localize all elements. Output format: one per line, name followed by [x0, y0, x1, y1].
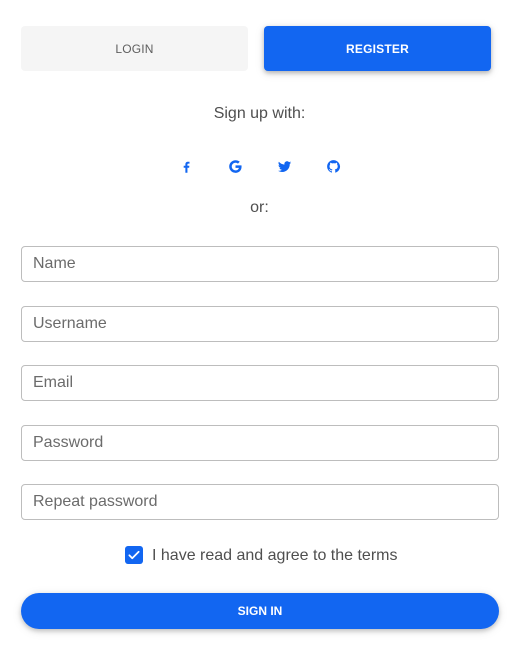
- social-signup-buttons: [0, 156, 519, 176]
- twitter-button[interactable]: [272, 156, 296, 176]
- tab-register[interactable]: REGISTER: [264, 26, 491, 71]
- tab-login[interactable]: LOGIN: [21, 26, 248, 71]
- username-field[interactable]: [21, 306, 499, 342]
- sign-in-button[interactable]: SIGN IN: [21, 593, 499, 629]
- repeat-password-field[interactable]: [21, 484, 499, 520]
- google-button[interactable]: [223, 156, 247, 176]
- terms-label[interactable]: I have read and agree to the terms: [152, 547, 397, 565]
- or-divider: or:: [250, 199, 269, 216]
- checkmark-icon: [128, 550, 140, 560]
- password-field[interactable]: [21, 425, 499, 461]
- facebook-icon: [183, 161, 189, 173]
- github-icon: [326, 159, 340, 173]
- terms-checkbox[interactable]: [125, 546, 143, 564]
- signup-with-text: Sign up with:: [213, 105, 306, 122]
- facebook-button[interactable]: [174, 156, 198, 176]
- twitter-icon: [277, 160, 291, 172]
- email-field[interactable]: [21, 365, 499, 401]
- auth-tabs: LOGIN REGISTER: [21, 26, 491, 71]
- register-form-page: LOGIN REGISTER Sign up with: or: Name Us…: [0, 0, 519, 655]
- google-icon: [228, 159, 242, 173]
- github-button[interactable]: [321, 156, 345, 176]
- terms-row: I have read and agree to the terms: [0, 546, 519, 566]
- name-field[interactable]: [21, 246, 499, 282]
